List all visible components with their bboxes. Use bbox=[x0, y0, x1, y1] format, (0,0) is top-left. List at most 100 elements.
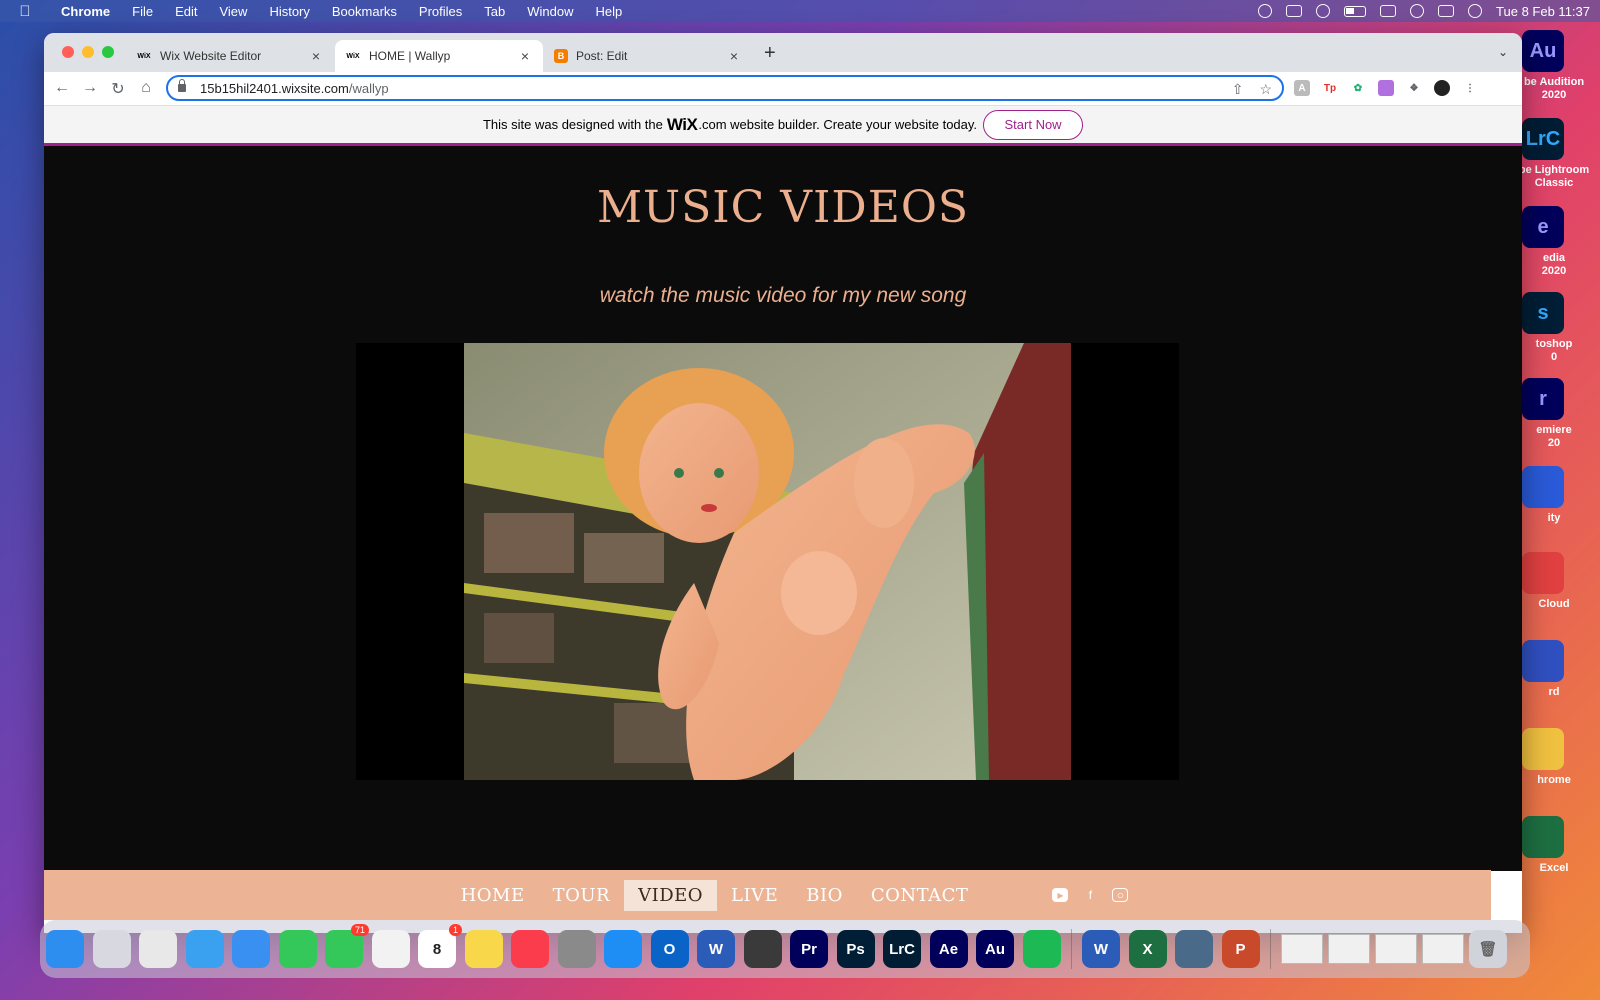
dock-lightroom-icon[interactable]: LrC bbox=[883, 930, 921, 968]
tp-extension-icon[interactable]: Tp bbox=[1322, 80, 1338, 96]
instagram-icon[interactable]: ○ bbox=[1112, 888, 1129, 902]
dock-minimized-window[interactable] bbox=[1375, 934, 1417, 964]
nav-link-video[interactable]: VIDEO bbox=[624, 879, 718, 911]
play-icon[interactable] bbox=[1316, 4, 1331, 18]
screen-record-icon[interactable] bbox=[1286, 5, 1303, 17]
dock-safari-icon[interactable] bbox=[185, 930, 224, 968]
search-icon[interactable] bbox=[1410, 4, 1425, 18]
nav-link-contact[interactable]: CONTACT bbox=[857, 880, 983, 911]
dock-system-preferences-icon[interactable] bbox=[557, 930, 596, 968]
dock-notes-icon[interactable] bbox=[464, 930, 503, 968]
screen-mirror-icon[interactable] bbox=[1380, 5, 1397, 17]
dock-after-effects-icon[interactable]: Ae bbox=[929, 930, 968, 968]
zoom-window-button[interactable] bbox=[102, 46, 114, 58]
dock-logic-icon[interactable] bbox=[743, 930, 782, 968]
tab-post-edit[interactable]: B Post: Edit × bbox=[544, 40, 752, 72]
purple-extension-icon[interactable] bbox=[1378, 80, 1394, 96]
bookmark-star-icon[interactable]: ☆ bbox=[1259, 81, 1272, 98]
nav-link-home[interactable]: HOME bbox=[447, 880, 539, 911]
menu-history[interactable]: History bbox=[258, 4, 320, 19]
menu-app-name[interactable]: Chrome bbox=[50, 4, 121, 19]
share-icon[interactable]: ⇧ bbox=[1232, 81, 1244, 98]
control-center-icon[interactable] bbox=[1438, 5, 1455, 17]
dock-app-store-icon[interactable] bbox=[604, 930, 642, 968]
tab-wix-editor[interactable]: WiX Wix Website Editor × bbox=[126, 40, 334, 72]
tab-title: Wix Website Editor bbox=[160, 49, 262, 63]
menu-profiles[interactable]: Profiles bbox=[408, 4, 473, 19]
menu-bar:  Chrome File Edit View History Bookmark… bbox=[0, 0, 1600, 22]
lock-icon[interactable] bbox=[178, 79, 186, 92]
forward-arrow-icon[interactable]: → bbox=[80, 79, 100, 97]
menu-window[interactable]: Window bbox=[516, 4, 584, 19]
puzzle-extensions-icon[interactable]: ❖ bbox=[1406, 80, 1422, 96]
close-window-button[interactable] bbox=[62, 46, 74, 58]
menu-edit[interactable]: Edit bbox=[164, 4, 208, 19]
home-icon[interactable]: ⌂ bbox=[136, 79, 156, 97]
page-subtitle: watch the music video for my new song bbox=[599, 284, 967, 307]
dock-word-recent-icon[interactable]: W bbox=[1082, 930, 1120, 968]
close-tab-icon[interactable]: × bbox=[308, 48, 324, 64]
menu-clock[interactable]: Tue 8 Feb 11:37 bbox=[1496, 4, 1590, 19]
dock-messages-icon[interactable]: 71 bbox=[325, 924, 369, 968]
dock-word-icon[interactable]: W bbox=[697, 930, 735, 968]
menu-bookmarks[interactable]: Bookmarks bbox=[321, 4, 408, 19]
siri-icon[interactable] bbox=[1468, 4, 1483, 18]
dock-trash-icon[interactable]: 🗑 bbox=[1469, 930, 1507, 968]
menu-tab[interactable]: Tab bbox=[473, 4, 516, 19]
leaf-extension-icon[interactable]: ✿ bbox=[1350, 80, 1366, 96]
nav-link-bio[interactable]: BIO bbox=[792, 880, 857, 911]
dock-quicktime-icon[interactable] bbox=[1175, 930, 1213, 968]
minimize-window-button[interactable] bbox=[82, 46, 94, 58]
dock-spotify-icon[interactable] bbox=[1022, 930, 1061, 968]
desktop-app-tile-icon: r bbox=[1522, 378, 1564, 420]
dock-finder-icon[interactable] bbox=[46, 930, 84, 968]
tab-search-chevron-icon[interactable]: ⌄ bbox=[1498, 45, 1508, 59]
facebook-icon[interactable]: f bbox=[1082, 888, 1098, 902]
dock-separator bbox=[1270, 929, 1271, 969]
dock-minimized-window[interactable] bbox=[1281, 934, 1323, 964]
dock-photoshop-icon[interactable]: Ps bbox=[836, 930, 875, 968]
reload-icon[interactable]: ↻ bbox=[108, 79, 128, 99]
new-tab-button[interactable]: + bbox=[764, 43, 776, 63]
close-tab-icon[interactable]: × bbox=[726, 48, 742, 64]
dock-photos-icon[interactable] bbox=[371, 930, 410, 968]
dock-calendar-icon[interactable]: 81 bbox=[418, 924, 462, 968]
dock-chrome-icon[interactable] bbox=[139, 930, 177, 968]
desktop-app-tile-icon bbox=[1522, 640, 1564, 682]
desktop-app-tile-icon bbox=[1522, 816, 1564, 858]
close-tab-icon[interactable]: × bbox=[517, 48, 533, 64]
start-now-button[interactable]: Start Now bbox=[983, 109, 1084, 140]
dock-launchpad-icon[interactable] bbox=[92, 930, 131, 968]
dock-mail-icon[interactable] bbox=[232, 930, 270, 968]
chrome-menu-icon[interactable]: ⋮ bbox=[1462, 80, 1478, 96]
dock-audition-icon[interactable]: Au bbox=[976, 930, 1014, 968]
desktop-app-tile-icon bbox=[1522, 552, 1564, 594]
nav-link-live[interactable]: LIVE bbox=[717, 880, 792, 911]
battery-icon[interactable] bbox=[1344, 5, 1367, 17]
youtube-icon[interactable]: ▶ bbox=[1052, 888, 1069, 902]
dock-excel-recent-icon[interactable]: X bbox=[1128, 930, 1167, 968]
translate-extension-icon[interactable]: A bbox=[1294, 80, 1310, 96]
nav-link-tour[interactable]: TOUR bbox=[539, 880, 625, 911]
dock-powerpoint-icon[interactable]: P bbox=[1221, 930, 1260, 968]
apple-menu-icon[interactable]:  bbox=[0, 3, 50, 20]
wix-logo[interactable]: WiX bbox=[667, 115, 698, 135]
tab-home-wallyp[interactable]: WiX HOME | Wallyp × bbox=[335, 40, 543, 72]
desktop-app-tile-icon bbox=[1522, 728, 1564, 770]
dock-outlook-icon[interactable]: O bbox=[650, 930, 689, 968]
menu-view[interactable]: View bbox=[208, 4, 258, 19]
creative-cloud-icon[interactable] bbox=[1258, 4, 1273, 18]
video-thumbnail[interactable] bbox=[464, 343, 1071, 780]
dock-facetime-icon[interactable] bbox=[278, 930, 317, 968]
video-frame-image bbox=[464, 343, 1071, 780]
dock-minimized-window[interactable] bbox=[1328, 934, 1370, 964]
address-bar[interactable]: 15b15hil2401.wixsite.com/wallyp ⇧ ☆ bbox=[166, 75, 1284, 101]
dock-music-icon[interactable] bbox=[511, 930, 549, 968]
dock-premiere-icon[interactable]: Pr bbox=[790, 930, 828, 968]
menu-help[interactable]: Help bbox=[585, 4, 634, 19]
menu-file[interactable]: File bbox=[121, 4, 164, 19]
back-arrow-icon[interactable]: ← bbox=[52, 79, 72, 97]
profile-avatar[interactable] bbox=[1434, 80, 1450, 96]
video-player[interactable] bbox=[356, 343, 1179, 780]
dock-minimized-window[interactable] bbox=[1422, 934, 1464, 964]
